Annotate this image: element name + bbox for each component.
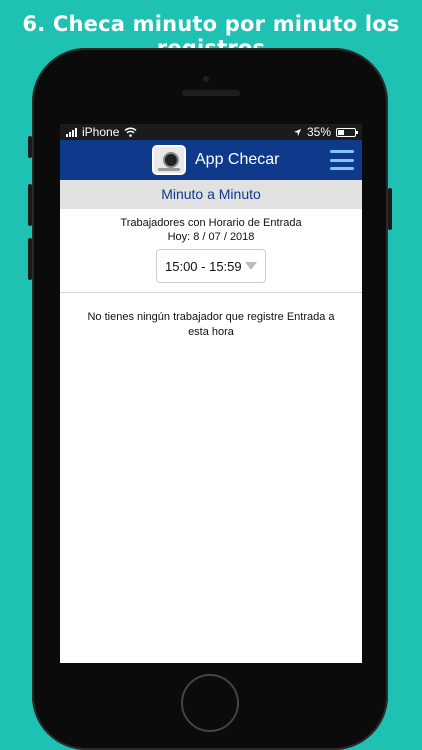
heading-text: Trabajadores con Horario de Entrada — [120, 217, 302, 229]
volume-down-button — [28, 238, 32, 280]
time-range-select[interactable]: 15:00 - 15:59 — [156, 249, 266, 283]
app-bar: App Checar — [60, 140, 362, 180]
app-screen: iPhone 35% App Checar Minuto a Minuto Tr… — [60, 124, 362, 663]
volume-up-button — [28, 184, 32, 226]
carrier-label: iPhone — [82, 125, 120, 139]
earpiece-speaker — [182, 90, 240, 96]
battery-icon — [336, 127, 358, 137]
mute-switch — [28, 136, 32, 158]
hamburger-menu-icon[interactable] — [330, 150, 354, 170]
front-camera — [203, 76, 209, 82]
chevron-down-icon — [245, 262, 257, 270]
signal-icon — [66, 127, 77, 137]
app-title: App Checar — [195, 151, 280, 168]
empty-state-message: No tienes ningún trabajador que registre… — [87, 311, 335, 338]
camera-logo-icon — [152, 145, 186, 175]
battery-percent: 35% — [306, 125, 331, 139]
location-arrow-icon — [293, 128, 302, 136]
battery-fill — [338, 129, 344, 135]
power-button — [388, 188, 392, 230]
status-bar: iPhone 35% — [60, 124, 362, 140]
date-text: Hoy: 8 / 07 / 2018 — [167, 231, 255, 243]
wifi-icon — [124, 127, 137, 137]
time-range-value: 15:00 - 15:59 — [165, 258, 242, 274]
home-button[interactable] — [181, 674, 239, 732]
section-title: Minuto a Minuto — [60, 180, 362, 209]
main-content: Trabajadores con Horario de Entrada Hoy:… — [60, 209, 362, 340]
